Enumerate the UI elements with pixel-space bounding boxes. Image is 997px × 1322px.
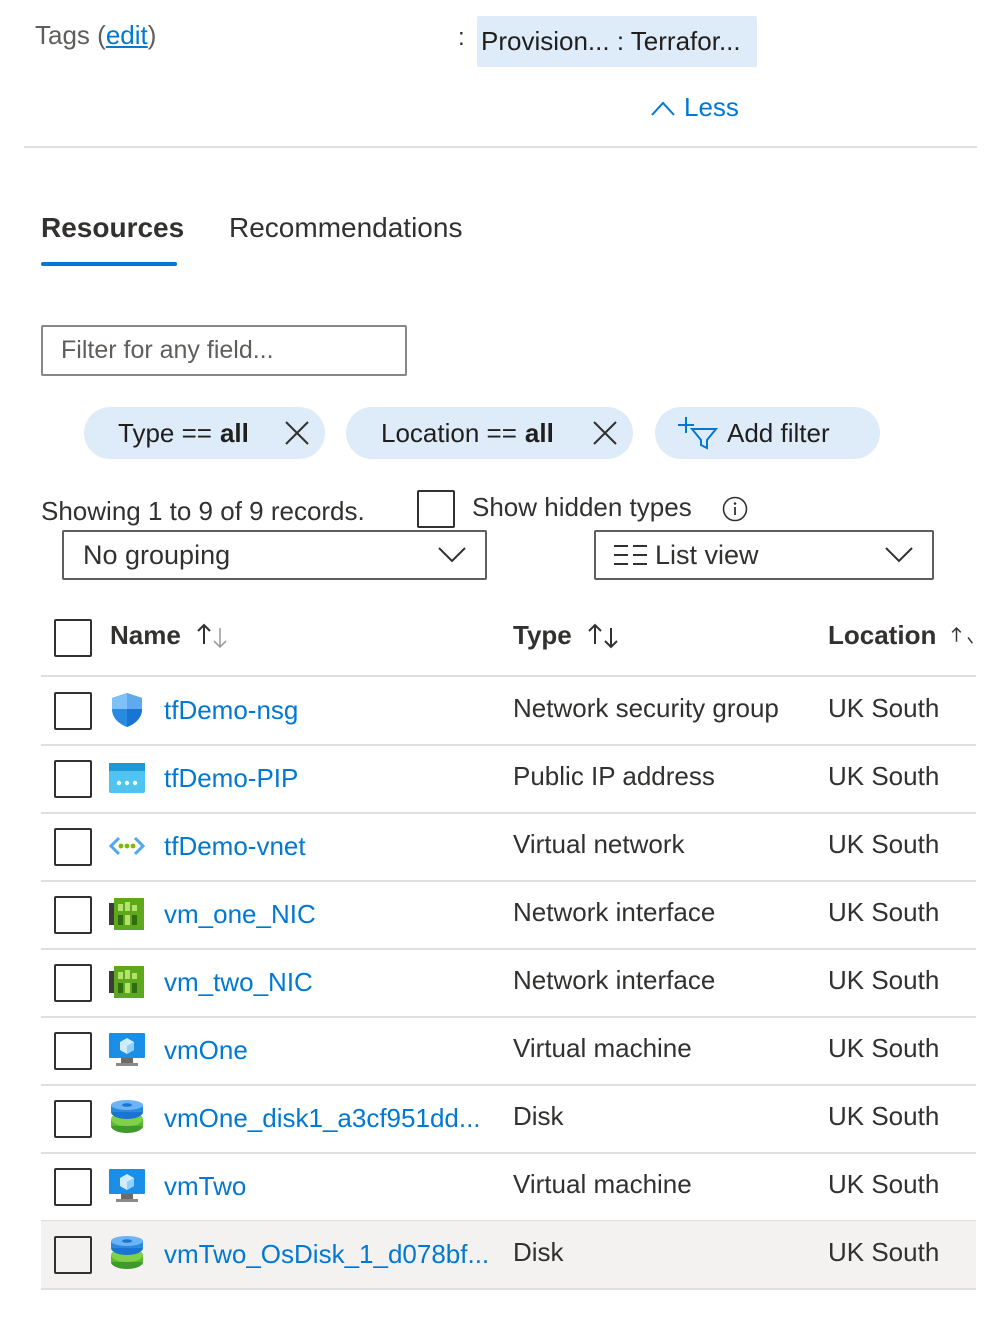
- resource-location: UK South: [828, 1101, 940, 1131]
- nic-icon: [108, 963, 146, 1001]
- vnet-icon: [108, 827, 146, 865]
- type-filter-pill[interactable]: Type == all: [84, 407, 325, 459]
- type-filter-key: Type ==: [118, 417, 212, 448]
- disk-icon: [108, 1235, 146, 1273]
- nsg-icon: [108, 691, 146, 729]
- sort-icon[interactable]: [195, 622, 231, 650]
- grouping-dropdown[interactable]: No grouping: [62, 530, 487, 580]
- resource-type: Network security group: [513, 693, 779, 723]
- section-divider: [24, 146, 977, 148]
- resource-type: Virtual machine: [513, 1033, 692, 1063]
- table-row[interactable]: vmOne_disk1_a3cf951dd... Disk UK South: [41, 1085, 976, 1154]
- tag-chip: Provision... : Terrafor...: [477, 16, 757, 67]
- resource-name-link[interactable]: vmTwo: [164, 1171, 494, 1202]
- row-checkbox[interactable]: [54, 692, 92, 730]
- resource-location: UK South: [828, 1033, 940, 1063]
- column-header-location[interactable]: Location: [828, 620, 976, 651]
- vm-icon: [108, 1167, 146, 1205]
- resource-location: UK South: [828, 1237, 940, 1267]
- table-row[interactable]: tfDemo-nsg Network security group UK South: [41, 677, 976, 746]
- chevron-up-icon: [651, 101, 675, 116]
- resource-location: UK South: [828, 693, 940, 723]
- grouping-selected: No grouping: [83, 539, 231, 570]
- table-row[interactable]: tfDemo-PIP Public IP address UK South: [41, 745, 976, 814]
- resource-name-link[interactable]: vmOne_disk1_a3cf951dd...: [164, 1103, 494, 1134]
- tag-separator: :: [458, 24, 465, 51]
- vm-icon: [108, 1031, 146, 1069]
- row-checkbox[interactable]: [54, 1236, 92, 1274]
- list-view-icon: [614, 545, 647, 565]
- show-hidden-types-label: Show hidden types: [472, 492, 692, 522]
- disk-icon: [108, 1099, 146, 1137]
- records-count: Showing 1 to 9 of 9 records.: [41, 496, 365, 526]
- resource-type: Network interface: [513, 965, 716, 995]
- resource-name-link[interactable]: vmOne: [164, 1035, 494, 1066]
- tab-recommendations[interactable]: Recommendations: [229, 212, 462, 244]
- public-ip-icon: [108, 759, 146, 797]
- add-filter-button[interactable]: Add filter: [655, 407, 880, 459]
- location-filter-key: Location ==: [381, 417, 517, 448]
- table-row[interactable]: vmTwo_OsDisk_1_d078bf... Disk UK South: [41, 1221, 976, 1290]
- location-filter-pill[interactable]: Location == all: [346, 407, 633, 459]
- resource-type: Network interface: [513, 897, 716, 927]
- sort-icon[interactable]: [950, 622, 976, 650]
- table-row[interactable]: vm_one_NIC Network interface UK South: [41, 881, 976, 950]
- resource-name-link[interactable]: tfDemo-vnet: [164, 831, 494, 862]
- resource-type: Virtual machine: [513, 1169, 692, 1199]
- row-checkbox[interactable]: [54, 1100, 92, 1138]
- column-name-label: Name: [110, 620, 181, 650]
- resource-type: Disk: [513, 1101, 564, 1131]
- view-selected: List view: [655, 539, 759, 570]
- less-link[interactable]: Less: [650, 92, 739, 123]
- row-checkbox[interactable]: [54, 760, 92, 798]
- tags-edit-link[interactable]: edit: [106, 20, 148, 50]
- resource-location: UK South: [828, 829, 940, 859]
- chevron-down-icon: [885, 547, 913, 563]
- row-checkbox[interactable]: [54, 1032, 92, 1070]
- row-checkbox[interactable]: [54, 964, 92, 1002]
- resource-name-link[interactable]: tfDemo-nsg: [164, 695, 494, 726]
- view-dropdown[interactable]: List view: [594, 530, 934, 580]
- resource-location: UK South: [828, 1169, 940, 1199]
- table-row[interactable]: vmTwo Virtual machine UK South: [41, 1153, 976, 1222]
- add-filter-label: Add filter: [727, 417, 830, 448]
- row-checkbox[interactable]: [54, 896, 92, 934]
- column-location-label: Location: [828, 620, 937, 650]
- add-filter-icon: [678, 417, 719, 450]
- resource-name-link[interactable]: vmTwo_OsDisk_1_d078bf...: [164, 1239, 494, 1270]
- location-filter-value: all: [524, 417, 554, 448]
- less-label: Less: [684, 92, 739, 122]
- resource-location: UK South: [828, 965, 940, 995]
- column-header-type[interactable]: Type: [513, 620, 622, 651]
- resource-type: Public IP address: [513, 761, 715, 791]
- resource-name-link[interactable]: vm_two_NIC: [164, 967, 494, 998]
- tags-label: Tags (edit): [35, 20, 157, 50]
- tab-resources[interactable]: Resources: [41, 212, 184, 244]
- close-icon[interactable]: [283, 419, 311, 447]
- table-row[interactable]: tfDemo-vnet Virtual network UK South: [41, 813, 976, 882]
- column-header-name[interactable]: Name: [110, 620, 231, 651]
- resource-name-link[interactable]: vm_one_NIC: [164, 899, 494, 930]
- nic-icon: [108, 895, 146, 933]
- sort-icon[interactable]: [586, 622, 622, 650]
- close-icon[interactable]: [591, 419, 619, 447]
- resource-location: UK South: [828, 897, 940, 927]
- filter-input[interactable]: [41, 325, 407, 376]
- info-icon[interactable]: [722, 496, 748, 522]
- column-type-label: Type: [513, 620, 572, 650]
- row-checkbox[interactable]: [54, 1168, 92, 1206]
- show-hidden-types-checkbox[interactable]: [417, 490, 455, 528]
- active-tab-indicator: [41, 262, 177, 266]
- tags-title: Tags: [35, 20, 90, 50]
- resource-name-link[interactable]: tfDemo-PIP: [164, 763, 494, 794]
- resource-location: UK South: [828, 761, 940, 791]
- table-row[interactable]: vm_two_NIC Network interface UK South: [41, 949, 976, 1018]
- resource-type: Virtual network: [513, 829, 685, 859]
- row-checkbox[interactable]: [54, 828, 92, 866]
- resource-type: Disk: [513, 1237, 564, 1267]
- type-filter-value: all: [219, 417, 249, 448]
- table-row[interactable]: vmOne Virtual machine UK South: [41, 1017, 976, 1086]
- select-all-checkbox[interactable]: [54, 619, 92, 657]
- chevron-down-icon: [438, 547, 466, 563]
